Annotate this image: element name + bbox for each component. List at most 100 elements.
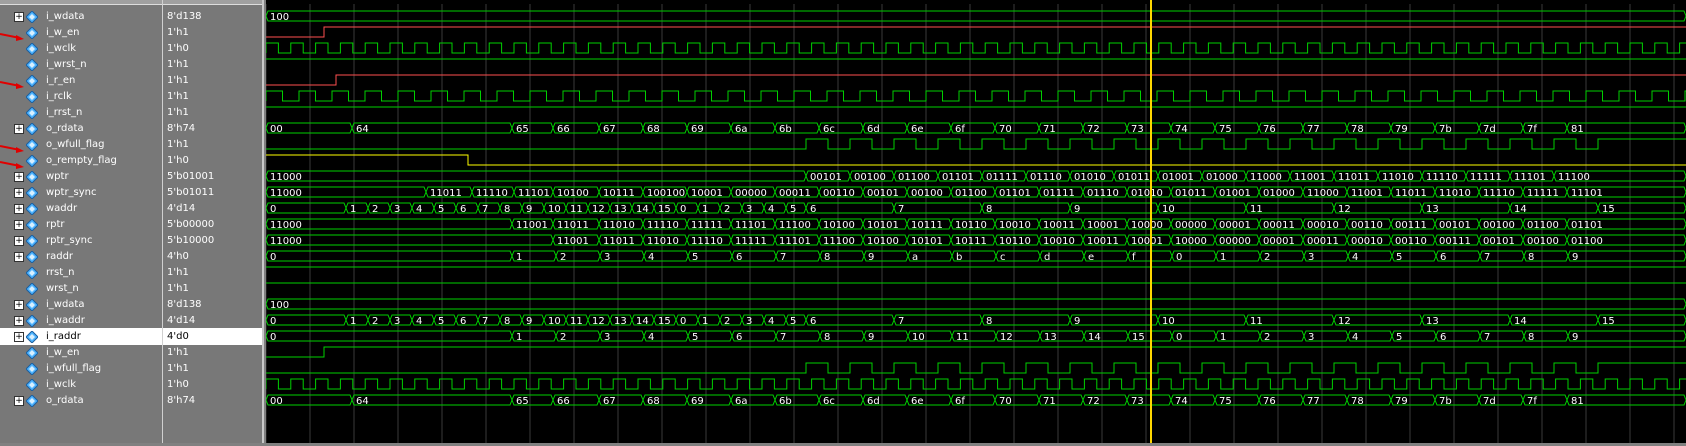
signal-value-row[interactable]: 4'd0: [163, 328, 262, 345]
signal-row-i-w-en[interactable]: i_w_en: [0, 24, 162, 41]
signal-value-row[interactable]: 5'b00000: [163, 216, 262, 233]
signal-row-i-wdata[interactable]: + i_wdata: [0, 8, 162, 25]
expand-icon[interactable]: +: [14, 316, 24, 326]
signal-row-wptr[interactable]: + wptr: [0, 168, 162, 185]
signal-name: o_rdata: [46, 123, 84, 134]
signal-row-i-r-en[interactable]: i_r_en: [0, 72, 162, 89]
signal-value-row[interactable]: 8'd138: [163, 296, 262, 313]
bus-value-label: 5: [438, 204, 444, 215]
signal-row-i-w-en[interactable]: i_w_en: [0, 344, 162, 361]
signal-value: 8'd138: [167, 299, 202, 310]
bus-value-label: 01001: [1219, 188, 1251, 199]
bus-value-label: 1: [1220, 332, 1226, 343]
expand-icon[interactable]: +: [14, 252, 24, 262]
signal-name: o_rempty_flag: [46, 155, 117, 166]
waveform-canvas[interactable]: 10000 64 65 66 67 68 69 6a 6b 6c 6d 6e 6f 70 71 72 73 74 7…: [265, 0, 1686, 443]
bus-segment: [893, 202, 983, 214]
bus-value-label: 00010: [1307, 220, 1339, 231]
bus-value-label: 7: [482, 316, 488, 327]
signal-value-row[interactable]: 8'h74: [163, 392, 262, 409]
signal-value-row[interactable]: 1'h1: [163, 136, 262, 153]
expand-icon[interactable]: +: [14, 396, 24, 406]
bus-value-label: 79: [1395, 124, 1408, 135]
signal-value-row[interactable]: 8'h74: [163, 120, 262, 137]
signal-value: 1'h1: [167, 27, 189, 38]
signal-value: 1'h0: [167, 379, 189, 390]
signal-row-i-rclk[interactable]: i_rclk: [0, 88, 162, 105]
signal-value-row[interactable]: 1'h1: [163, 104, 262, 121]
bus-value-label: 6f: [955, 396, 965, 407]
bus-value-label: 5: [790, 204, 796, 215]
signal-row-i-wfull-flag[interactable]: i_wfull_flag: [0, 360, 162, 377]
red-arrow-icon: [0, 78, 24, 89]
waveform-raddr: 0 1 2 3 4 5 6 7 8 9 a b c d e f 0 1 2 3 4 5 6 7 8 9: [265, 250, 1686, 263]
signal-value-row[interactable]: 5'b01011: [163, 184, 262, 201]
signal-row-rrst-n[interactable]: rrst_n: [0, 264, 162, 281]
expand-icon[interactable]: +: [14, 172, 24, 182]
signal-value-row[interactable]: 5'b01001: [163, 168, 262, 185]
signal-value-row[interactable]: 1'h0: [163, 152, 262, 169]
expand-icon[interactable]: +: [14, 12, 24, 22]
signal-value-row[interactable]: 4'd14: [163, 200, 262, 217]
signal-row-rptr-sync[interactable]: + rptr_sync: [0, 232, 162, 249]
bus-segment: [1069, 314, 1159, 326]
signal-value-row[interactable]: 4'h0: [163, 248, 262, 265]
signal-value-row[interactable]: 1'h1: [163, 344, 262, 361]
bus-value-label: 10110: [955, 220, 987, 231]
signal-row-waddr[interactable]: + waddr: [0, 200, 162, 217]
signal-value-row[interactable]: 1'h1: [163, 24, 262, 41]
expand-icon[interactable]: +: [14, 236, 24, 246]
bus-value-label: 11111: [691, 220, 723, 231]
signal-row-o-rdata[interactable]: + o_rdata: [0, 392, 162, 409]
signal-value-row[interactable]: 8'd138: [163, 8, 262, 25]
waveform-pane[interactable]: 100 00 64 65 66 67 68 69 6a 6b 6c 6d 6e 6f 70 71 72 73 74 7…: [265, 0, 1686, 443]
signal-value-row[interactable]: 1'h1: [163, 360, 262, 377]
signal-row-raddr[interactable]: + raddr: [0, 248, 162, 265]
signal-row-i-raddr[interactable]: + i_raddr: [0, 328, 162, 345]
signal-row-rptr[interactable]: + rptr: [0, 216, 162, 233]
waveform-o-rdata: 00 64 65 66 67 68 69 6a 6b 6c 6d 6e 6f 70 71 72 73 74 75 76…: [265, 122, 1686, 135]
signal-value-row[interactable]: 1'h0: [163, 376, 262, 393]
bus-value-label: 7: [898, 316, 904, 327]
bit-trace: [266, 26, 1686, 38]
expand-icon[interactable]: +: [14, 300, 24, 310]
bus-value-label: 4: [768, 316, 774, 327]
signal-value: 5'b01011: [167, 187, 215, 198]
bus-value-label: 81: [1571, 124, 1584, 135]
signal-value-row[interactable]: 5'b10000: [163, 232, 262, 249]
signal-row-wrst-n[interactable]: wrst_n: [0, 280, 162, 297]
waveform-i-waddr: 0 1 2 3 4 5 6 7 8 9 10 11 12 13 14 15 0 1 2 3 4 5 6 7 8 9 10 11 12 13…: [265, 314, 1686, 327]
expand-icon[interactable]: +: [14, 188, 24, 198]
signal-diamond-icon: [25, 90, 39, 104]
bus-segment: [1566, 122, 1686, 134]
expand-icon[interactable]: +: [14, 204, 24, 214]
expand-icon[interactable]: +: [14, 332, 24, 342]
bus-value-label: 2: [1264, 332, 1270, 343]
signal-row-i-rrst-n[interactable]: i_rrst_n: [0, 104, 162, 121]
bus-value-label: 2: [724, 316, 730, 327]
bus-value-label: 00000: [1219, 236, 1251, 247]
signal-row-o-rempty-flag[interactable]: o_rempty_flag: [0, 152, 162, 169]
signal-value-row[interactable]: 1'h1: [163, 264, 262, 281]
signal-value-row[interactable]: 1'h1: [163, 280, 262, 297]
expand-icon[interactable]: +: [14, 220, 24, 230]
signal-value-row[interactable]: 1'h1: [163, 72, 262, 89]
signal-name: i_r_en: [46, 75, 76, 86]
bus-value-label: 4: [1352, 332, 1358, 343]
signal-row-i-wdata[interactable]: + i_wdata: [0, 296, 162, 313]
signal-value-row[interactable]: 4'd14: [163, 312, 262, 329]
signal-row-wptr-sync[interactable]: + wptr_sync: [0, 184, 162, 201]
bus-value-label: 8: [504, 316, 510, 327]
signal-row-o-wfull-flag[interactable]: o_wfull_flag: [0, 136, 162, 153]
bus-value-label: 01011: [1175, 188, 1207, 199]
signal-value-row[interactable]: 1'h0: [163, 40, 262, 57]
signal-row-i-wclk[interactable]: i_wclk: [0, 40, 162, 57]
signal-value-row[interactable]: 1'h1: [163, 56, 262, 73]
signal-row-i-wclk[interactable]: i_wclk: [0, 376, 162, 393]
signal-value-row[interactable]: 1'h1: [163, 88, 262, 105]
signal-name: wptr_sync: [46, 187, 97, 198]
expand-icon[interactable]: +: [14, 124, 24, 134]
signal-row-i-wrst-n[interactable]: i_wrst_n: [0, 56, 162, 73]
signal-row-o-rdata[interactable]: + o_rdata: [0, 120, 162, 137]
signal-row-i-waddr[interactable]: + i_waddr: [0, 312, 162, 329]
